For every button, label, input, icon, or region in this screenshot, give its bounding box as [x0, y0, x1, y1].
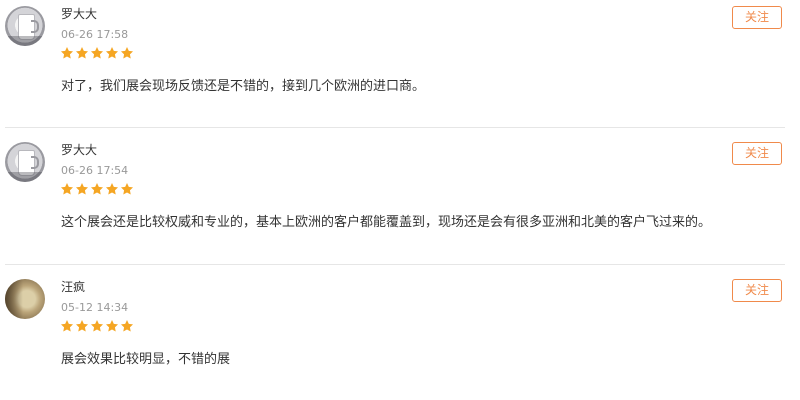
follow-button[interactable]: 关注 [732, 142, 782, 165]
star-icon [90, 47, 104, 59]
star-icon [105, 320, 119, 332]
divider [5, 264, 785, 265]
star-icon [75, 47, 89, 59]
star-icon [75, 183, 89, 195]
username[interactable]: 汪疯 [61, 279, 85, 295]
star-icon [105, 183, 119, 195]
face-icon [5, 279, 23, 319]
star-icon [90, 183, 104, 195]
review-comment: 展会效果比较明显，不错的展 [61, 352, 231, 367]
review-list: 罗大大 06-26 17:58 对了，我们展会现场反馈还是不错的，接到几个欧洲的… [0, 0, 800, 400]
star-icon [120, 47, 134, 59]
divider [5, 127, 785, 128]
review-time: 06-26 17:58 [61, 28, 129, 41]
star-icon [75, 320, 89, 332]
username[interactable]: 罗大大 [61, 6, 97, 22]
user-avatar[interactable] [5, 142, 45, 182]
review-comment: 对了，我们展会现场反馈还是不错的，接到几个欧洲的进口商。 [61, 79, 426, 94]
review-item: 罗大大 06-26 17:58 对了，我们展会现场反馈还是不错的，接到几个欧洲的… [0, 0, 800, 138]
username[interactable]: 罗大大 [61, 142, 97, 158]
star-rating [60, 182, 134, 198]
star-icon [60, 320, 74, 332]
star-icon [60, 47, 74, 59]
star-icon [105, 47, 119, 59]
review-item: 汪疯 05-12 14:34 展会效果比较明显，不错的展 关注 [0, 273, 800, 400]
review-time: 06-26 17:54 [61, 164, 129, 177]
star-rating [60, 319, 134, 335]
star-icon [90, 320, 104, 332]
user-avatar[interactable] [5, 6, 45, 46]
review-time: 05-12 14:34 [61, 301, 129, 314]
follow-button[interactable]: 关注 [732, 279, 782, 302]
star-icon [120, 183, 134, 195]
star-rating [60, 46, 134, 62]
star-icon [120, 320, 134, 332]
follow-button[interactable]: 关注 [732, 6, 782, 29]
review-item: 罗大大 06-26 17:54 这个展会还是比较权威和专业的，基本上欧洲的客户都… [0, 136, 800, 274]
review-comment: 这个展会还是比较权威和专业的，基本上欧洲的客户都能覆盖到，现场还是会有很多亚洲和… [61, 215, 712, 230]
user-avatar[interactable] [5, 279, 45, 319]
star-icon [60, 183, 74, 195]
